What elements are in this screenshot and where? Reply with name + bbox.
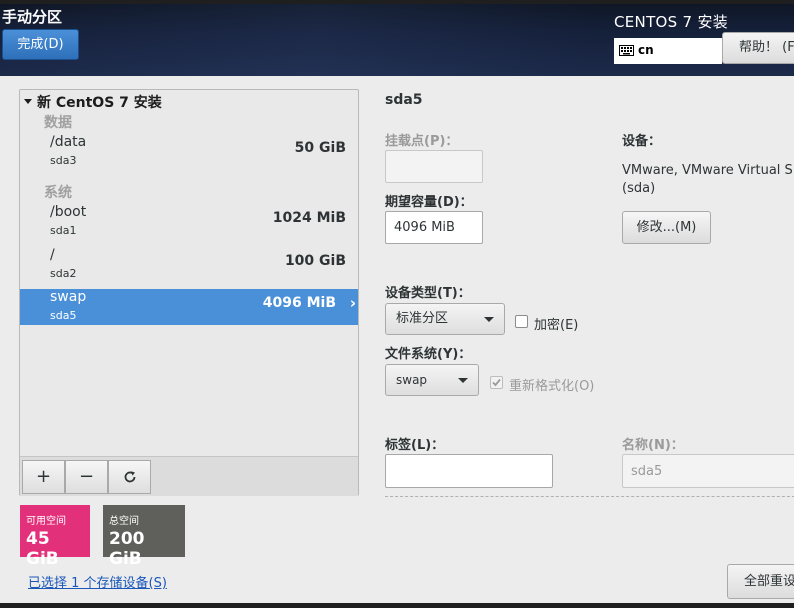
partition-size: 50 GiB — [294, 140, 346, 156]
partition-row[interactable]: / sda2 100 GiB — [20, 247, 358, 283]
reset-all-button[interactable]: 全部重设(R) — [727, 564, 794, 599]
page-title: 手动分区 — [2, 8, 63, 26]
filesystem-label: 文件系统(Y)： — [385, 347, 472, 362]
filesystem-value: swap — [396, 373, 428, 387]
filesystem-select[interactable]: swap — [385, 364, 479, 396]
encrypt-label: 加密(E) — [534, 318, 579, 333]
keyboard-layout-label: cn — [638, 43, 654, 57]
expander-icon[interactable] — [24, 98, 32, 104]
checkmark-icon — [492, 378, 501, 387]
partition-size: 1024 MiB — [272, 210, 346, 226]
device-type-select[interactable]: 标准分区 — [385, 303, 505, 335]
device-label: 设备： — [622, 134, 662, 149]
partition-mount: /boot — [50, 204, 87, 220]
remove-partition-button[interactable]: − — [65, 460, 108, 494]
keyboard-icon — [619, 45, 634, 56]
partition-device: sda2 — [50, 267, 77, 280]
partition-tree: 新 CentOS 7 安装 数据 /data sda3 50 GiB 系统 /b… — [19, 89, 359, 496]
divider — [385, 496, 794, 497]
group-label-system: 系统 — [44, 185, 72, 201]
partition-mount: / — [50, 247, 55, 263]
available-space-box: 可用空间 45 GiB — [20, 505, 90, 569]
partition-device: sda1 — [50, 224, 77, 237]
dropdown-arrow-icon — [458, 378, 468, 383]
partition-mount: /data — [50, 134, 87, 150]
refresh-button[interactable] — [108, 460, 151, 494]
tree-toolbar: + − — [20, 456, 358, 496]
partition-mount: swap — [50, 289, 87, 305]
group-label-data: 数据 — [44, 115, 72, 131]
chevron-right-icon: › — [349, 294, 356, 312]
refresh-icon — [124, 471, 135, 483]
mount-point-label: 挂载点(P)： — [385, 134, 459, 149]
total-space-label: 总空间 — [109, 516, 139, 527]
tag-label: 标签(L)： — [385, 438, 445, 453]
desired-capacity-label: 期望容量(D)： — [385, 195, 473, 210]
content-area: 新 CentOS 7 安装 数据 /data sda3 50 GiB 系统 /b… — [0, 76, 794, 603]
reformat-checkbox[interactable] — [490, 376, 503, 389]
dropdown-arrow-icon — [484, 317, 494, 322]
partition-device: sda5 — [50, 309, 77, 322]
device-name: VMware, VMware Virtual S (sda) — [622, 163, 793, 196]
partition-row-selected[interactable]: swap sda5 4096 MiB › — [20, 289, 358, 325]
name-input[interactable] — [622, 454, 794, 488]
name-label: 名称(N)： — [622, 438, 684, 453]
modify-device-button[interactable]: 修改...(M) — [622, 211, 711, 244]
mount-point-input[interactable] — [385, 150, 483, 183]
storage-devices-link[interactable]: 已选择 1 个存储设备(S) — [28, 572, 167, 591]
device-type-value: 标准分区 — [396, 311, 449, 326]
tree-root[interactable]: 新 CentOS 7 安装 — [24, 92, 162, 112]
done-button[interactable]: 完成(D) — [2, 29, 79, 60]
keyboard-layout-indicator[interactable]: cn — [614, 38, 722, 64]
reformat-label: 重新格式化(O) — [509, 379, 595, 394]
tag-input[interactable] — [385, 454, 553, 488]
installer-window: 手动分区 完成(D) CENTOS 7 安装 cn 帮助！ (F1) 新 Cen… — [0, 0, 794, 608]
device-type-label: 设备类型(T)： — [385, 286, 471, 301]
desired-capacity-input[interactable] — [385, 211, 483, 244]
partition-size: 100 GiB — [284, 253, 346, 269]
total-space-box: 总空间 200 GiB — [103, 505, 185, 569]
available-space-value: 45 GiB — [26, 529, 59, 569]
partition-detail-title: sda5 — [385, 92, 423, 108]
available-space-label: 可用空间 — [26, 516, 66, 527]
help-button[interactable]: 帮助！ (F1) — [722, 32, 794, 64]
partition-row[interactable]: /data sda3 50 GiB — [20, 134, 358, 170]
total-space-value: 200 GiB — [109, 529, 145, 569]
encrypt-checkbox[interactable] — [515, 315, 528, 328]
partition-device: sda3 — [50, 154, 77, 167]
partition-row[interactable]: /boot sda1 1024 MiB — [20, 204, 358, 240]
partition-size: 4096 MiB — [262, 295, 336, 311]
add-partition-button[interactable]: + — [22, 460, 65, 494]
product-title: CENTOS 7 安装 — [614, 13, 729, 31]
tree-root-label: 新 CentOS 7 安装 — [37, 95, 162, 111]
